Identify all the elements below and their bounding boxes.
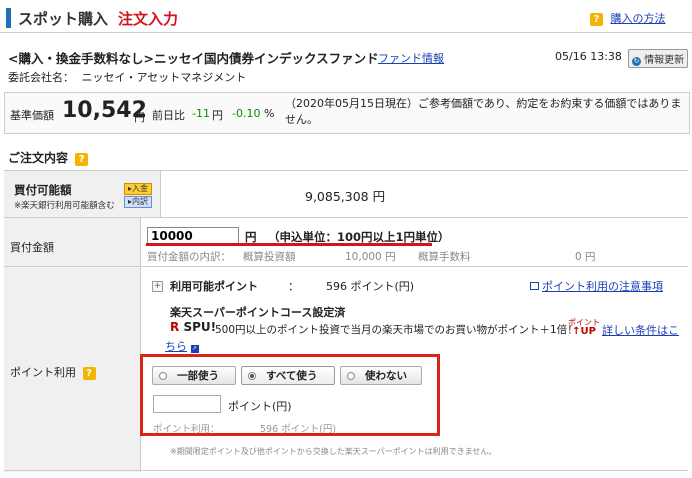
breakdown-button-label: 内訳 [132, 197, 149, 206]
company-label: 委託会社名： [8, 71, 74, 84]
points-footnote: ※期間限定ポイント及び他ポイントから交換した楽天スーパーポイントは利用できません… [170, 447, 497, 456]
point-up-bottom: ↑UP [572, 326, 596, 337]
details-link-tail[interactable]: ちら [165, 340, 187, 353]
howto-link-text[interactable]: 購入の方法 [611, 12, 666, 25]
management-company: 委託会社名： ニッセイ・アセットマネジメント [8, 69, 246, 85]
popup-icon: ↗ [190, 345, 199, 353]
estimated-fee-label: 概算手数料 [418, 251, 471, 263]
day-change-label: 前日比 [152, 109, 185, 122]
nav-label: 基準価額 [10, 109, 54, 122]
breakdown-button[interactable]: ▸内訳 [124, 196, 153, 208]
table-divider [160, 171, 161, 217]
company-name: ニッセイ・アセットマネジメント [81, 71, 247, 84]
amount-label: 買付金額 [10, 241, 54, 254]
available-points-label: 利用可能ポイント [170, 280, 258, 293]
available-points-value: 596 ポイント(円) [326, 280, 415, 293]
nav-unit: 円 [134, 111, 145, 124]
estimated-investment-value: 10,000 円 [345, 251, 396, 263]
spu-description: 500円以上のポイント投資で当月の楽天市場でのお買い物がポイント＋1倍！ [215, 324, 578, 336]
order-section-title: ご注文内容 ? [8, 149, 89, 166]
help-question-icon[interactable]: ? [82, 367, 96, 380]
page-title-text: スポット購入 [18, 10, 109, 28]
fund-title: <購入・換金手数料なし>ニッセイ国内債券インデックスファンド [8, 51, 379, 66]
refresh-info-button[interactable]: ↻ 情報更新 [628, 49, 689, 68]
breakdown-label: 買付金額の内訳： [147, 251, 231, 263]
order-section-title-text: ご注文内容 [8, 151, 69, 165]
point-caution-link[interactable]: ポイント利用の注意事項 [530, 278, 663, 294]
estimated-investment-label: 概算投資額 [243, 251, 296, 263]
deposit-button-label: 入金 [132, 184, 149, 193]
available-amount: 9,085,308 円 [305, 189, 386, 204]
red-highlight-box [140, 354, 440, 436]
amount-input[interactable] [147, 227, 239, 244]
page-title: スポット購入 注文入力 [18, 8, 178, 29]
header-divider [0, 32, 692, 33]
point-up-badge: ポイント ↑UP [568, 318, 600, 337]
point-use-label: ポイント利用 ? [10, 364, 96, 380]
price-disclaimer: （2020年05月15日現在）ご参考価額であり、約定をお約束する価額ではありませ… [285, 97, 682, 126]
help-question-icon[interactable]: ? [75, 153, 89, 166]
details-link-continued[interactable]: ちら ↗ [165, 338, 199, 354]
estimated-fee-value: 0 円 [575, 251, 596, 263]
point-course-status: 楽天スーパーポイントコース設定済 [170, 306, 346, 319]
expand-plus-icon[interactable]: + [152, 281, 163, 292]
day-change-percent-unit: % [264, 107, 275, 120]
spu-logo-text: SPU! [183, 320, 217, 334]
refresh-info-label: 情報更新 [644, 55, 685, 66]
red-underline-annotation [146, 243, 432, 246]
howto-link[interactable]: ? 購入の方法 [590, 10, 666, 26]
fund-info-link[interactable]: ファンド情報 [378, 50, 444, 66]
available-label: 買付可能額 [14, 183, 72, 197]
header-accent-bar [6, 8, 11, 28]
update-datetime: 05/16 13:38 [555, 50, 622, 63]
rakuten-r-logo: R [170, 320, 180, 334]
day-change-percent: -0.10 [232, 107, 261, 120]
day-change-value: -11 [192, 107, 210, 120]
available-sublabel: ※楽天銀行利用可能額含む [14, 201, 115, 211]
help-question-icon: ? [590, 13, 603, 26]
page-subtitle: 注文入力 [118, 10, 179, 28]
available-points-colon: ： [288, 280, 299, 293]
details-link[interactable]: 詳しい条件はこ [602, 322, 679, 338]
point-caution-link-text[interactable]: ポイント利用の注意事項 [542, 280, 663, 293]
table-divider [4, 470, 688, 471]
day-change-unit: 円 [212, 109, 223, 122]
refresh-icon: ↻ [632, 57, 641, 66]
deposit-button[interactable]: ▸入金 [124, 183, 153, 195]
point-use-label-text: ポイント利用 [10, 366, 76, 379]
external-window-icon [530, 282, 539, 290]
spu-logo: R SPU! [170, 320, 216, 334]
